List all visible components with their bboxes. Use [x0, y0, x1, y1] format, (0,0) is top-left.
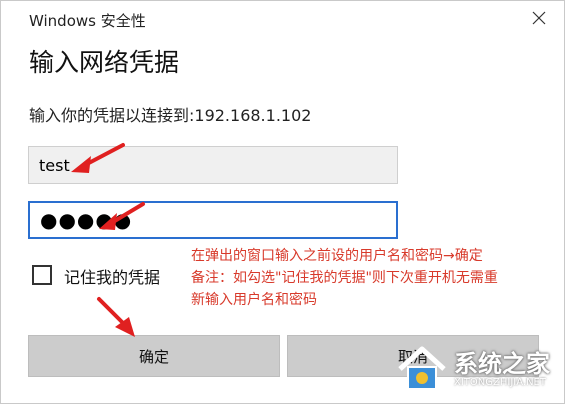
annotation-line: 新输入用户名和密码: [191, 292, 317, 308]
annotation-line: 备注：如勾选"记住我的凭据"则下次重开机无需重: [191, 270, 498, 286]
dialog-subtitle: 输入你的凭据以连接到:192.168.1.102: [29, 106, 312, 125]
remember-checkbox[interactable]: [32, 265, 52, 285]
username-input[interactable]: test: [28, 146, 398, 184]
site-watermark: 系统之家 XITONGZHIJIA.NET: [394, 343, 556, 395]
close-icon: [532, 11, 546, 25]
credential-dialog: Windows 安全性 输入网络凭据 输入你的凭据以连接到:192.168.1.…: [0, 0, 565, 404]
username-value: test: [39, 155, 70, 175]
password-mask: ●●●●●: [40, 208, 133, 232]
remember-label[interactable]: 记住我的凭据: [64, 264, 160, 288]
watermark-url: XITONGZHIJIA.NET: [454, 377, 546, 388]
watermark-title: 系统之家: [454, 350, 550, 378]
ok-button-label: 确定: [138, 347, 169, 366]
annotation-note: 在弹出的窗口输入之前设的用户名和密码→确定 备注：如勾选"记住我的凭据"则下次重…: [191, 245, 561, 311]
password-input[interactable]: ●●●●●: [28, 201, 398, 239]
window-title: Windows 安全性: [29, 12, 146, 30]
house-logo-icon: [398, 346, 446, 390]
close-button[interactable]: [524, 4, 554, 32]
annotation-line: 在弹出的窗口输入之前设的用户名和密码→确定: [191, 248, 483, 264]
title-bar: Windows 安全性: [1, 1, 564, 35]
ok-button[interactable]: 确定: [28, 335, 280, 377]
dialog-heading: 输入网络凭据: [29, 48, 180, 77]
